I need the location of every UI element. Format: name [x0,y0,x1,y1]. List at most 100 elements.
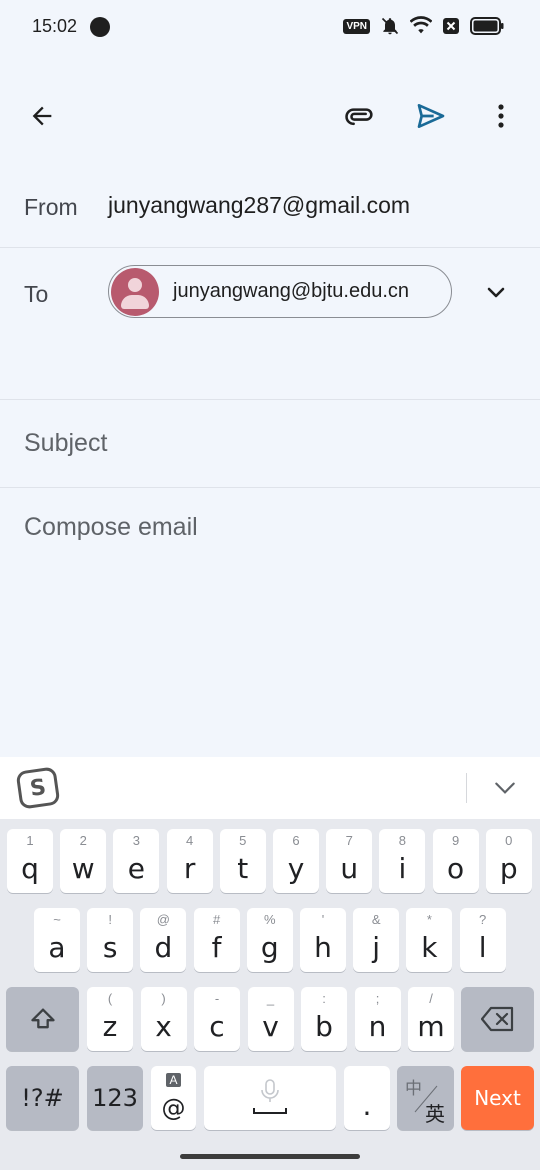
space-key[interactable] [204,1066,336,1130]
keyboard-toolbar-divider [466,773,467,803]
key-label: q [21,852,39,885]
key-g[interactable]: % g [246,908,293,972]
compose-body-field[interactable]: Compose email [0,489,540,757]
key-j[interactable]: & j [353,908,400,972]
back-button[interactable] [18,92,66,140]
numbers-key[interactable]: 123 [87,1066,143,1130]
key-hint: * [426,912,432,927]
key-n[interactable]: ; n [354,987,401,1051]
recipient-chip[interactable]: junyangwang@bjtu.edu.cn [108,265,452,318]
status-time: 15:02 [32,16,78,36]
key-e[interactable]: 3e [113,829,160,893]
language-switch-key[interactable]: 中 英 [397,1066,454,1130]
key-c[interactable]: -c [194,987,240,1051]
key-label: r [183,852,196,885]
key-hint: # [212,912,221,927]
key-label: u [340,852,359,885]
key-d[interactable]: @ d [140,908,187,972]
recipient-chip-label: junyangwang@bjtu.edu.cn [173,280,410,302]
key-u[interactable]: 7u [326,829,373,893]
avatar [111,267,159,316]
key-l[interactable]: ? l [459,908,506,972]
key-label: w [71,852,95,885]
key-h[interactable]: ' h [300,908,346,972]
keyboard-toolbar: S [0,757,540,819]
period-key[interactable]: . [344,1066,390,1130]
no-sim-icon [443,18,459,34]
key-z[interactable]: (z [87,987,133,1051]
key-x[interactable]: ) x [140,987,187,1051]
key-hint: - [214,991,220,1006]
key-label: a [48,931,66,964]
hide-keyboard-button[interactable] [488,771,522,805]
back-arrow-icon [32,106,52,126]
mute-icon [381,17,399,35]
key-hint: 4 [185,833,194,848]
subject-field[interactable]: Subject [0,401,540,488]
key-hint: @ [156,912,170,927]
send-icon [417,104,445,128]
key-r[interactable]: 4r [166,829,213,893]
next-key[interactable]: Next [461,1066,534,1130]
key-label: g [260,931,279,964]
key-hint: 5 [239,833,247,848]
key-s[interactable]: ! s [87,908,134,972]
key-hint: : [322,991,326,1006]
sogou-logo-icon[interactable]: S [15,766,61,810]
key-o[interactable]: 9o [432,829,479,893]
key-f[interactable]: # f [193,908,240,972]
symbols-key[interactable]: !?# [6,1066,79,1130]
key-label: k [421,931,438,964]
attach-icon [345,108,373,126]
microphone-icon [253,1079,287,1114]
key-k[interactable]: * k [406,908,453,972]
key-label: j [372,931,381,964]
battery-icon [470,17,504,35]
key-y[interactable]: 6y [273,829,319,893]
backspace-icon [480,1006,513,1032]
key-t[interactable]: 5t [219,829,266,893]
expand-recipients-button[interactable] [476,273,516,313]
vpn-icon: VPN [343,18,370,34]
more-options-button[interactable] [477,92,525,140]
from-label: From [24,194,78,220]
key-p[interactable]: 0p [485,829,532,893]
key-label: f [211,931,222,964]
key-label: z [102,1010,118,1043]
key-hint: 7 [345,833,353,848]
from-account-field[interactable]: junyangwang287@gmail.com [108,192,410,219]
key-hint: 8 [398,833,406,848]
key-label: y [287,852,305,885]
attach-button[interactable] [336,92,384,140]
key-label: b [315,1010,333,1043]
key-w[interactable]: 2w [60,829,107,893]
key-hint: 1 [26,833,34,848]
key-v[interactable]: _ v [247,987,294,1051]
at-key-hint: A [166,1073,181,1087]
key-hint: ! [108,912,112,927]
backspace-key[interactable] [461,987,534,1051]
key-label: t [237,852,249,885]
subject-placeholder: Subject [24,429,108,457]
key-label: s [102,931,118,964]
key-label: m [417,1010,445,1043]
status-bar: 15:02 VPN [0,0,540,56]
key-hint: 2 [79,833,87,848]
send-button[interactable] [407,92,455,140]
key-i[interactable]: 8i [379,829,426,893]
key-label: l [478,931,487,964]
home-indicator[interactable] [180,1154,360,1159]
key-label: d [154,931,173,964]
key-hint: 9 [451,833,460,848]
shift-key[interactable] [6,987,79,1051]
key-q[interactable]: 1q [7,829,53,893]
at-key[interactable]: A @ [151,1066,196,1130]
key-label: o [447,852,465,885]
key-a[interactable]: ~ a [34,908,80,972]
key-hint: & [371,912,381,927]
key-m[interactable]: / m [408,987,454,1051]
key-label: i [398,852,407,885]
key-label: e [127,852,145,885]
compose-toolbar [0,80,540,152]
key-b[interactable]: :b [301,987,347,1051]
